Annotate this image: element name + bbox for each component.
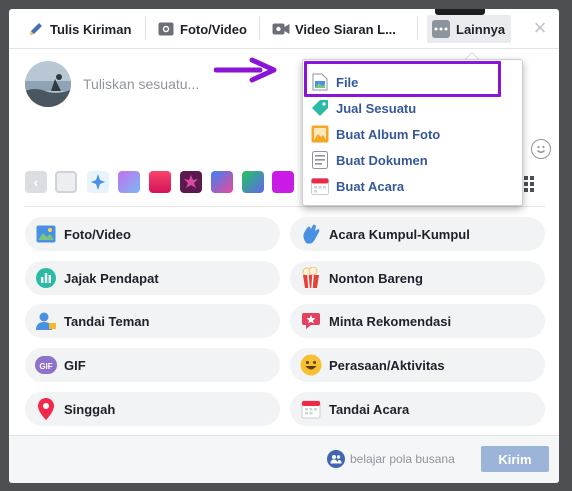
action-ask-recommendation[interactable]: Minta Rekomendasi [290, 304, 545, 338]
smiley-icon [300, 354, 322, 376]
popcorn-icon [300, 267, 322, 289]
pencil-icon [27, 21, 45, 37]
menu-item-label: Buat Album Foto [336, 126, 441, 142]
menu-item-label: Buat Dokumen [336, 152, 428, 168]
photo-album-icon [311, 125, 329, 143]
camera-icon [157, 21, 175, 37]
action-gif[interactable]: GIF GIF [25, 348, 280, 382]
swatch-purple-blue[interactable] [118, 171, 140, 193]
gif-icon: GIF [35, 354, 57, 376]
menu-item-sell[interactable]: Jual Sesuatu [311, 97, 511, 119]
action-watch-party[interactable]: Nonton Bareng [290, 261, 545, 295]
video-camera-icon [272, 21, 290, 37]
svg-text:GIF: GIF [39, 362, 52, 371]
swatch-green-blue[interactable] [242, 171, 264, 193]
composer-footer: belajar pola busana Kirim [9, 435, 559, 483]
action-label: Perasaan/Aktivitas [329, 357, 445, 373]
document-icon [311, 151, 329, 169]
poll-icon [35, 267, 57, 289]
tab-divider [259, 17, 260, 39]
hand-wave-icon [300, 223, 322, 245]
tab-write-post[interactable]: Tulis Kiriman [27, 9, 131, 49]
action-label: Acara Kumpul-Kumpul [329, 226, 470, 242]
tab-divider [145, 17, 146, 39]
divider [25, 206, 545, 207]
create-post-dialog: Tulis Kiriman Foto/Video Video Siaran L.… [9, 9, 559, 483]
composer-tab-bar: Tulis Kiriman Foto/Video Video Siaran L.… [9, 9, 559, 49]
action-tag-event[interactable]: Tandai Acara [290, 392, 545, 426]
more-dots-icon [432, 20, 450, 38]
recommendation-icon [300, 310, 322, 332]
tab-live-video[interactable]: Video Siaran L... [272, 9, 396, 49]
menu-item-create-album[interactable]: Buat Album Foto [311, 123, 511, 145]
action-label: Jajak Pendapat [64, 270, 159, 286]
action-photo-video[interactable]: Foto/Video [25, 217, 280, 251]
more-dropdown-menu: File Jual Sesuatu Buat Album Foto Buat D… [302, 59, 523, 206]
file-icon [311, 73, 329, 91]
swatch-heart[interactable] [211, 171, 233, 193]
action-poll[interactable]: Jajak Pendapat [25, 261, 280, 295]
close-icon[interactable]: × [529, 17, 551, 39]
action-label: Singgah [64, 401, 116, 417]
audience-label: belajar pola busana [350, 452, 455, 466]
action-label: GIF [64, 357, 86, 373]
menu-item-create-event[interactable]: Buat Acara [311, 175, 511, 197]
action-label: Foto/Video [64, 226, 131, 242]
calendar-icon [300, 398, 322, 420]
menu-item-label: Buat Acara [336, 178, 405, 194]
photo-icon [35, 223, 57, 245]
group-icon [327, 450, 345, 468]
action-label: Minta Rekomendasi [329, 313, 452, 329]
action-check-in[interactable]: Singgah [25, 392, 280, 426]
price-tag-icon [311, 99, 329, 117]
action-label: Tandai Acara [329, 401, 410, 417]
chevron-left-icon[interactable]: ‹ [25, 171, 47, 193]
tab-label: Foto/Video [180, 21, 247, 37]
swatch-figure[interactable] [87, 171, 109, 193]
action-label: Nonton Bareng [329, 270, 423, 286]
swatch-leaf[interactable] [180, 171, 202, 193]
annotation-arrow-icon [214, 57, 277, 83]
menu-item-file[interactable]: File [311, 71, 511, 93]
swatch-magenta[interactable] [272, 171, 294, 193]
tab-label: Video Siaran L... [295, 21, 396, 37]
emoji-icon[interactable] [531, 139, 551, 159]
menu-item-label: Jual Sesuatu [336, 100, 417, 116]
tab-divider [417, 17, 418, 39]
action-feeling-activity[interactable]: Perasaan/Aktivitas [290, 348, 545, 382]
tag-friend-icon [35, 310, 57, 332]
action-label: Tandai Teman [64, 313, 150, 329]
menu-item-label: File [336, 74, 359, 90]
send-button[interactable]: Kirim [481, 446, 549, 472]
action-tag-friends[interactable]: Tandai Teman [25, 304, 280, 338]
tab-more-label: Lainnya [456, 21, 506, 37]
tab-photo-video[interactable]: Foto/Video [157, 9, 247, 49]
avatar [25, 61, 71, 107]
audience-selector[interactable]: belajar pola busana [327, 450, 455, 468]
calendar-icon [311, 177, 329, 195]
swatch-pink[interactable] [149, 171, 171, 193]
action-hangout[interactable]: Acara Kumpul-Kumpul [290, 217, 545, 251]
tab-more[interactable]: Lainnya [427, 15, 511, 43]
swatch-plain[interactable] [55, 171, 77, 193]
menu-item-create-document[interactable]: Buat Dokumen [311, 149, 511, 171]
tab-label: Tulis Kiriman [50, 21, 132, 37]
location-pin-icon [35, 398, 57, 420]
